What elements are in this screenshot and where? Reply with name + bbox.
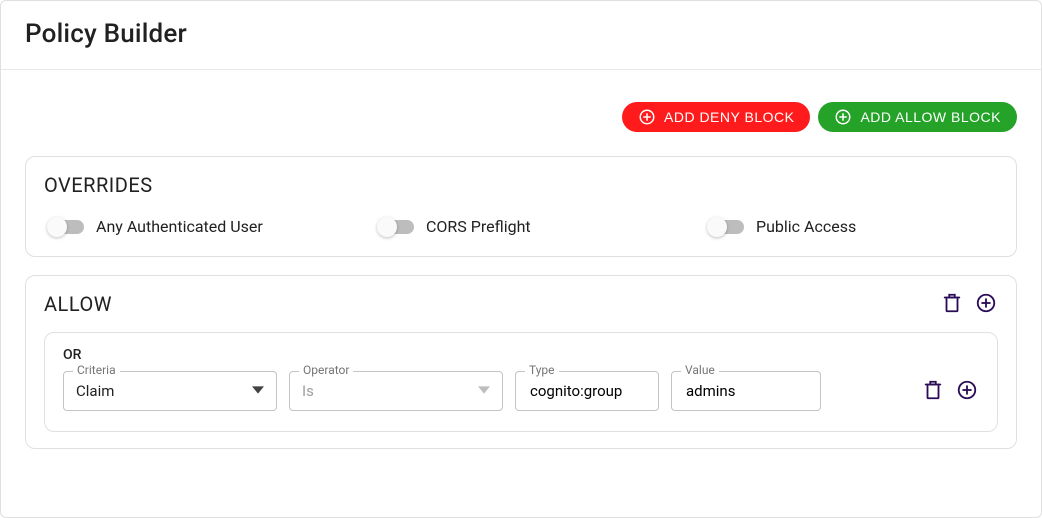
override-item-auth-user: Any Authenticated User [50, 217, 332, 236]
group-logic-label: OR [63, 347, 979, 363]
allow-block: Allow [25, 275, 1017, 449]
add-deny-block-button[interactable]: ADD DENY BLOCK [622, 102, 810, 132]
overrides-heading: Overrides [44, 173, 998, 197]
toggle-cors-preflight[interactable] [380, 220, 414, 234]
add-allow-label: ADD ALLOW BLOCK [860, 109, 1001, 125]
panel-body: ADD DENY BLOCK ADD ALLOW BLOCK Overrides [1, 70, 1041, 491]
policy-builder-panel: Policy Builder ADD DENY BLOCK [0, 0, 1042, 518]
chevron-down-icon [252, 382, 264, 400]
operator-value: Is [302, 382, 314, 400]
field-label: Type [525, 363, 559, 377]
title-bar: Policy Builder [1, 1, 1041, 70]
criteria-value: Claim [76, 382, 114, 400]
condition-actions [921, 379, 979, 411]
type-field: Type [515, 371, 659, 411]
field-label: Operator [299, 363, 353, 377]
override-label: CORS Preflight [426, 217, 531, 236]
override-item-cors: CORS Preflight [380, 217, 662, 236]
add-allow-block-button[interactable]: ADD ALLOW BLOCK [818, 102, 1017, 132]
trash-icon [922, 379, 944, 404]
allow-block-actions [940, 292, 998, 316]
field-label: Criteria [73, 363, 120, 377]
overrides-row: Any Authenticated User CORS Preflight Pu… [44, 197, 998, 240]
condition-group-or: OR Criteria Claim Operator [44, 332, 998, 432]
type-input[interactable] [528, 381, 646, 401]
trash-icon [941, 292, 963, 317]
page-title: Policy Builder [25, 19, 1017, 49]
chevron-down-icon [478, 382, 490, 400]
add-group-button[interactable] [974, 292, 998, 316]
delete-block-button[interactable] [940, 292, 964, 316]
criteria-select[interactable]: Criteria Claim [63, 371, 277, 411]
condition-row: Criteria Claim Operator Is [63, 371, 979, 411]
field-label: Value [681, 363, 719, 377]
delete-condition-button[interactable] [921, 379, 945, 403]
overrides-section: Overrides Any Authenticated User CORS Pr… [25, 156, 1017, 257]
value-input[interactable] [684, 381, 808, 401]
override-label: Any Authenticated User [96, 217, 263, 236]
plus-circle-icon [956, 379, 978, 404]
add-deny-label: ADD DENY BLOCK [664, 109, 794, 125]
toggle-auth-user[interactable] [50, 220, 84, 234]
plus-circle-icon [975, 292, 997, 317]
plus-circle-icon [834, 108, 852, 126]
add-condition-button[interactable] [955, 379, 979, 403]
plus-circle-icon [638, 108, 656, 126]
allow-header: Allow [44, 292, 998, 316]
toggle-public-access[interactable] [710, 220, 744, 234]
override-item-public: Public Access [710, 217, 992, 236]
allow-heading: Allow [44, 292, 112, 316]
operator-select[interactable]: Operator Is [289, 371, 503, 411]
top-actions: ADD DENY BLOCK ADD ALLOW BLOCK [25, 102, 1017, 132]
override-label: Public Access [756, 217, 856, 236]
value-field: Value [671, 371, 821, 411]
